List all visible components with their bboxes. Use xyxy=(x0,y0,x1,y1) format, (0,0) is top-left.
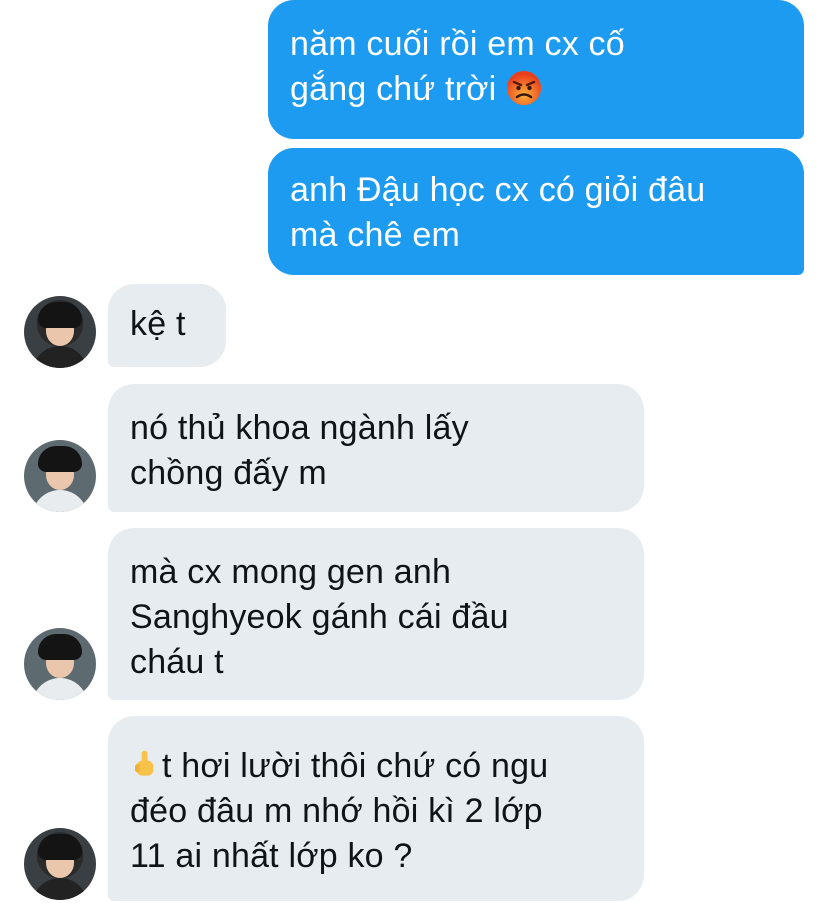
middle-finger-icon xyxy=(135,750,154,776)
message-bubble-received[interactable]: t hơi lười thôi chứ có ngu đéo đâu m nhớ… xyxy=(108,716,644,901)
message-text: nó thủ khoa ngành lấy chồng đấy m xyxy=(130,409,469,492)
message-text: mà cx mong gen anh Sanghyeok gánh cái đầ… xyxy=(130,553,509,681)
message-bubble-received[interactable]: nó thủ khoa ngành lấy chồng đấy m xyxy=(108,384,644,512)
message-bubble-received[interactable]: mà cx mong gen anh Sanghyeok gánh cái đầ… xyxy=(108,528,644,700)
message-text: kệ t xyxy=(130,305,186,343)
message-text: năm cuối rồi em cx cố gắng chứ trời xyxy=(290,25,625,108)
avatar[interactable] xyxy=(24,440,96,512)
message-text: t hơi lười thôi chứ có ngu đéo đâu m nhớ… xyxy=(130,747,549,875)
message-bubble-sent[interactable]: năm cuối rồi em cx cố gắng chứ trời xyxy=(268,0,804,139)
message-bubble-sent[interactable]: anh Đậu học cx có giỏi đâu mà chê em xyxy=(268,148,804,275)
message-text: anh Đậu học cx có giỏi đâu mà chê em xyxy=(290,171,706,254)
message-bubble-received[interactable]: kệ t xyxy=(108,284,226,367)
avatar[interactable] xyxy=(24,296,96,368)
angry-face-icon xyxy=(507,71,542,105)
avatar[interactable] xyxy=(24,828,96,900)
avatar[interactable] xyxy=(24,628,96,700)
